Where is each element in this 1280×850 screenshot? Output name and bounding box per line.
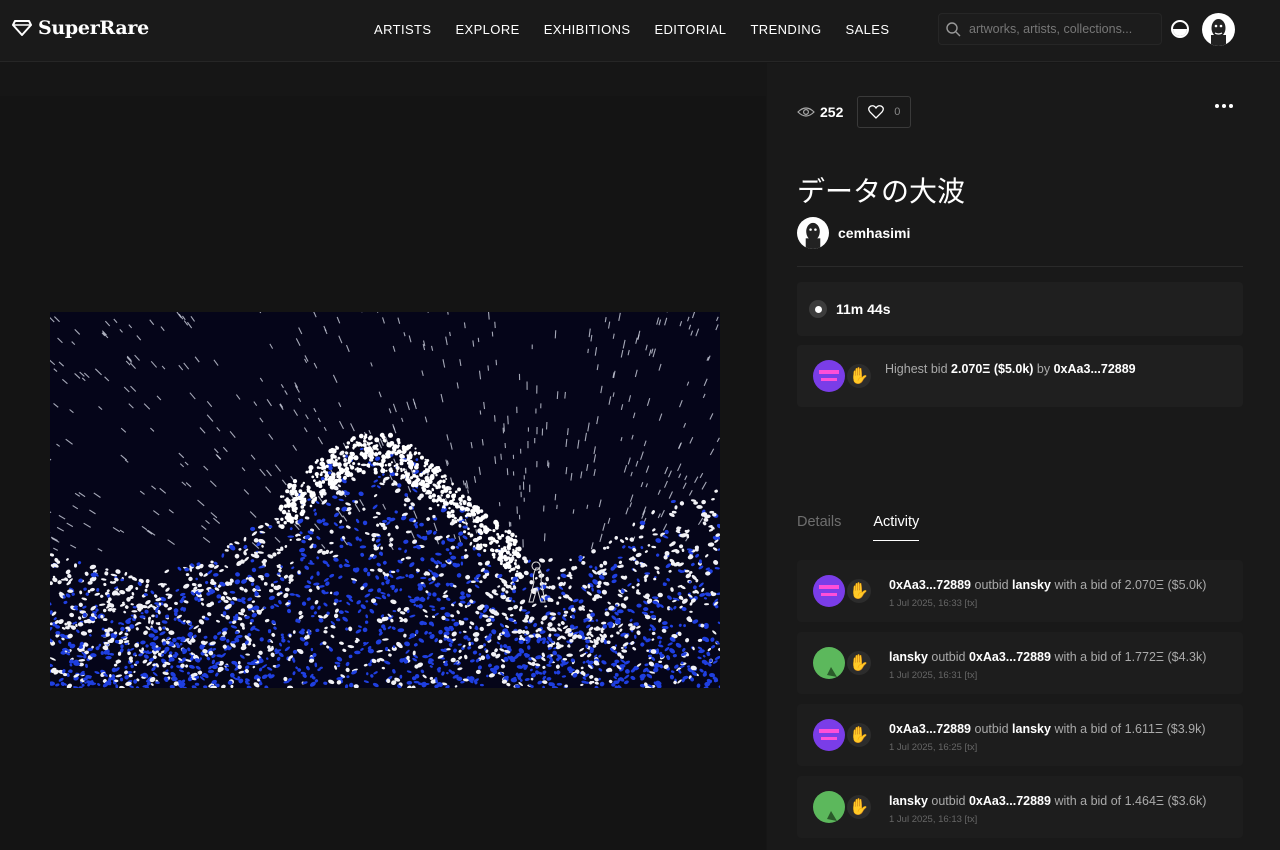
nav-exhibitions[interactable]: EXHIBITIONS bbox=[544, 22, 631, 37]
actor-avatars: ✋ bbox=[813, 647, 871, 679]
bid-amount: with a bid of 1.464Ξ ($3.6k) bbox=[1054, 794, 1207, 808]
stats-bar: 252 0 bbox=[797, 96, 912, 128]
actor-link[interactable]: 0xAa3...72889 bbox=[889, 722, 971, 736]
view-count-value: 252 bbox=[820, 104, 844, 120]
actor-avatars: ✋ bbox=[813, 719, 871, 751]
artist-name: cemhasimi bbox=[838, 225, 911, 241]
search-box bbox=[938, 13, 1162, 45]
activity-text: 0xAa3...72889 outbid lansky with a bid o… bbox=[889, 722, 1206, 736]
live-dot-icon bbox=[809, 300, 827, 318]
bid-prefix: Highest bid bbox=[885, 362, 948, 376]
target-link[interactable]: lansky bbox=[1012, 722, 1051, 736]
hand-icon: ✋ bbox=[847, 364, 871, 388]
target-link[interactable]: lansky bbox=[1012, 578, 1051, 592]
activity-text: 0xAa3...72889 outbid lansky with a bid o… bbox=[889, 578, 1206, 592]
artwork-title: データの大波 bbox=[797, 175, 966, 208]
actor-avatar[interactable] bbox=[813, 791, 845, 823]
nav-trending[interactable]: TRENDING bbox=[750, 22, 821, 37]
actor-link[interactable]: lansky bbox=[889, 794, 928, 808]
activity-time: 1 Jul 2025, 16:25 [tx] bbox=[889, 742, 977, 753]
actor-avatars: ✋ bbox=[813, 575, 871, 607]
actor-avatar[interactable] bbox=[813, 647, 845, 679]
activity-time: 1 Jul 2025, 16:13 [tx] bbox=[889, 814, 977, 825]
bid-by: by bbox=[1036, 362, 1051, 376]
highest-bid-card: ✋ Highest bid 2.070Ξ ($5.0k) by 0xAa3...… bbox=[797, 345, 1243, 407]
bidder-avatar[interactable] bbox=[813, 360, 845, 392]
target-link[interactable]: 0xAa3...72889 bbox=[969, 794, 1051, 808]
actor-avatar[interactable] bbox=[813, 575, 845, 607]
like-count: 0 bbox=[894, 106, 901, 118]
highest-bid-text: Highest bid 2.070Ξ ($5.0k) by 0xAa3...72… bbox=[885, 362, 1136, 376]
top-navbar: SuperRare ARTISTS EXPLORE EXHIBITIONS ED… bbox=[0, 0, 1280, 62]
activity-verb: outbid bbox=[931, 794, 966, 808]
timestamp: 1 Jul 2025, 16:31 bbox=[889, 670, 962, 681]
actor-link[interactable]: 0xAa3...72889 bbox=[889, 578, 971, 592]
logo-text: SuperRare bbox=[38, 17, 149, 39]
bid-amount: with a bid of 1.611Ξ ($3.9k) bbox=[1054, 722, 1206, 736]
activity-row: ✋ 0xAa3...72889 outbid lansky with a bid … bbox=[797, 560, 1243, 622]
activity-text: lansky outbid 0xAa3...72889 with a bid o… bbox=[889, 794, 1206, 808]
diamond-icon bbox=[12, 20, 32, 36]
auction-timer: 11m 44s bbox=[797, 282, 1243, 336]
activity-verb: outbid bbox=[974, 722, 1009, 736]
heart-icon bbox=[868, 105, 885, 119]
wave-artwork bbox=[50, 312, 720, 688]
tx-link[interactable]: [tx] bbox=[965, 814, 978, 825]
eye-icon bbox=[797, 107, 815, 117]
tab-details[interactable]: Details bbox=[797, 514, 841, 541]
bidder-link[interactable]: 0xAa3...72889 bbox=[1054, 362, 1136, 376]
nav-artists[interactable]: ARTISTS bbox=[374, 22, 431, 37]
more-options-icon[interactable] bbox=[1215, 104, 1233, 108]
activity-row: ✋ lansky outbid 0xAa3...72889 with a bid … bbox=[797, 776, 1243, 838]
tx-link[interactable]: [tx] bbox=[965, 670, 978, 681]
timestamp: 1 Jul 2025, 16:13 bbox=[889, 814, 962, 825]
theme-toggle-icon[interactable] bbox=[1171, 20, 1189, 38]
tabs: Details Activity bbox=[797, 514, 920, 541]
artist-avatar bbox=[797, 217, 829, 249]
tab-activity[interactable]: Activity bbox=[873, 514, 920, 541]
activity-time: 1 Jul 2025, 16:33 [tx] bbox=[889, 598, 977, 609]
divider bbox=[797, 266, 1243, 267]
tx-link[interactable]: [tx] bbox=[965, 742, 978, 753]
superrare-logo[interactable]: SuperRare bbox=[12, 17, 149, 39]
artwork-image[interactable] bbox=[50, 312, 720, 688]
nav-explore[interactable]: EXPLORE bbox=[455, 22, 519, 37]
actor-link[interactable]: lansky bbox=[889, 650, 928, 664]
main-nav: ARTISTS EXPLORE EXHIBITIONS EDITORIAL TR… bbox=[374, 22, 889, 37]
activity-row: ✋ lansky outbid 0xAa3...72889 with a bid … bbox=[797, 632, 1243, 694]
bidder-avatars: ✋ bbox=[813, 360, 871, 392]
hand-icon: ✋ bbox=[847, 723, 871, 747]
bid-amount: with a bid of 1.772Ξ ($4.3k) bbox=[1054, 650, 1207, 664]
actor-avatar[interactable] bbox=[813, 719, 845, 751]
activity-list: ✋ 0xAa3...72889 outbid lansky with a bid … bbox=[797, 560, 1243, 848]
search-input[interactable] bbox=[969, 22, 1149, 36]
user-avatar[interactable] bbox=[1202, 13, 1235, 46]
hand-icon: ✋ bbox=[847, 579, 871, 603]
bid-amount: with a bid of 2.070Ξ ($5.0k) bbox=[1054, 578, 1207, 592]
activity-row: ✋ 0xAa3...72889 outbid lansky with a bid … bbox=[797, 704, 1243, 766]
actor-avatars: ✋ bbox=[813, 791, 871, 823]
timestamp: 1 Jul 2025, 16:33 bbox=[889, 598, 962, 609]
hand-icon: ✋ bbox=[847, 651, 871, 675]
nav-editorial[interactable]: EDITORIAL bbox=[654, 22, 726, 37]
activity-verb: outbid bbox=[931, 650, 966, 664]
activity-time: 1 Jul 2025, 16:31 [tx] bbox=[889, 670, 977, 681]
artist-link[interactable]: cemhasimi bbox=[797, 217, 910, 249]
timestamp: 1 Jul 2025, 16:25 bbox=[889, 742, 962, 753]
like-button[interactable]: 0 bbox=[857, 96, 912, 128]
view-count: 252 bbox=[797, 104, 843, 120]
activity-verb: outbid bbox=[974, 578, 1009, 592]
tx-link[interactable]: [tx] bbox=[965, 598, 978, 609]
activity-text: lansky outbid 0xAa3...72889 with a bid o… bbox=[889, 650, 1206, 664]
search-icon bbox=[946, 22, 961, 37]
hand-icon: ✋ bbox=[847, 795, 871, 819]
timer-value: 11m 44s bbox=[836, 301, 891, 317]
target-link[interactable]: 0xAa3...72889 bbox=[969, 650, 1051, 664]
bid-amount: 2.070Ξ ($5.0k) bbox=[951, 362, 1034, 376]
nav-sales[interactable]: SALES bbox=[846, 22, 890, 37]
